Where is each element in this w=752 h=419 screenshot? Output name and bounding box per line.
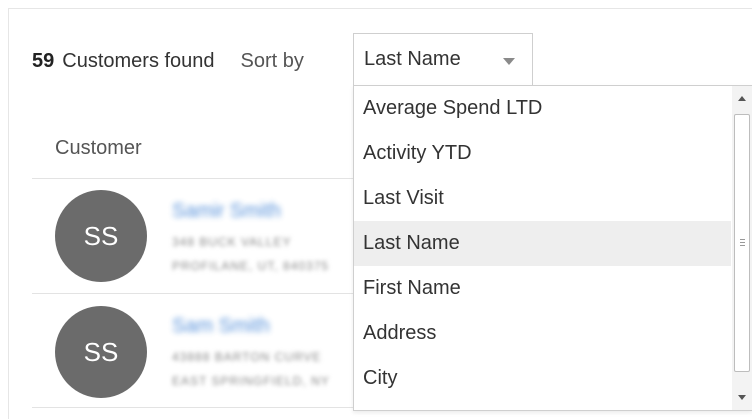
sort-by-label: Sort by [240, 49, 304, 72]
grip-line [740, 245, 745, 246]
customer-address-line1: 43888 BARTON CURVE [172, 350, 322, 364]
grip-line [740, 239, 745, 240]
customer-name-link[interactable]: Sam Smith [172, 315, 270, 338]
chevron-down-icon[interactable] [503, 58, 515, 65]
customer-address-line2: PROFILANE, UT, 840375 [172, 259, 330, 273]
customer-address-line1: 348 BUCK VALLEY [172, 235, 292, 249]
scroll-down-arrow-icon[interactable] [738, 395, 746, 400]
sort-option-city[interactable]: City [354, 356, 731, 401]
sort-select-value: Last Name [364, 48, 461, 70]
avatar: SS [55, 306, 147, 398]
customer-address-line2: EAST SPRINGFIELD, NY [172, 374, 330, 388]
column-header-customer: Customer [55, 137, 142, 159]
customer-name-link[interactable]: Samir Smith [172, 200, 281, 223]
table-divider [32, 293, 362, 294]
sort-options-dropdown[interactable]: Average Spend LTD Activity YTD Last Visi… [353, 85, 752, 411]
sort-option-average-spend-ltd[interactable]: Average Spend LTD [354, 86, 731, 131]
scroll-up-arrow-icon[interactable] [738, 96, 746, 101]
results-toolbar: 59 Customers found Sort by [32, 44, 318, 78]
sort-option-last-name[interactable]: Last Name [354, 221, 731, 266]
results-count: 59 [32, 49, 55, 72]
table-divider [32, 178, 362, 179]
sort-select[interactable]: Last Name [353, 33, 533, 85]
grip-line [740, 242, 745, 243]
sort-option-activity-ytd[interactable]: Activity YTD [354, 131, 731, 176]
table-divider [32, 407, 362, 408]
sort-option-address[interactable]: Address [354, 311, 731, 356]
results-label: Customers found [62, 49, 215, 72]
scrollbar-thumb[interactable] [734, 114, 750, 372]
sort-option-first-name[interactable]: First Name [354, 266, 731, 311]
avatar: SS [55, 190, 147, 282]
dropdown-scrollbar[interactable] [732, 86, 752, 410]
sort-option-last-visit[interactable]: Last Visit [354, 176, 731, 221]
